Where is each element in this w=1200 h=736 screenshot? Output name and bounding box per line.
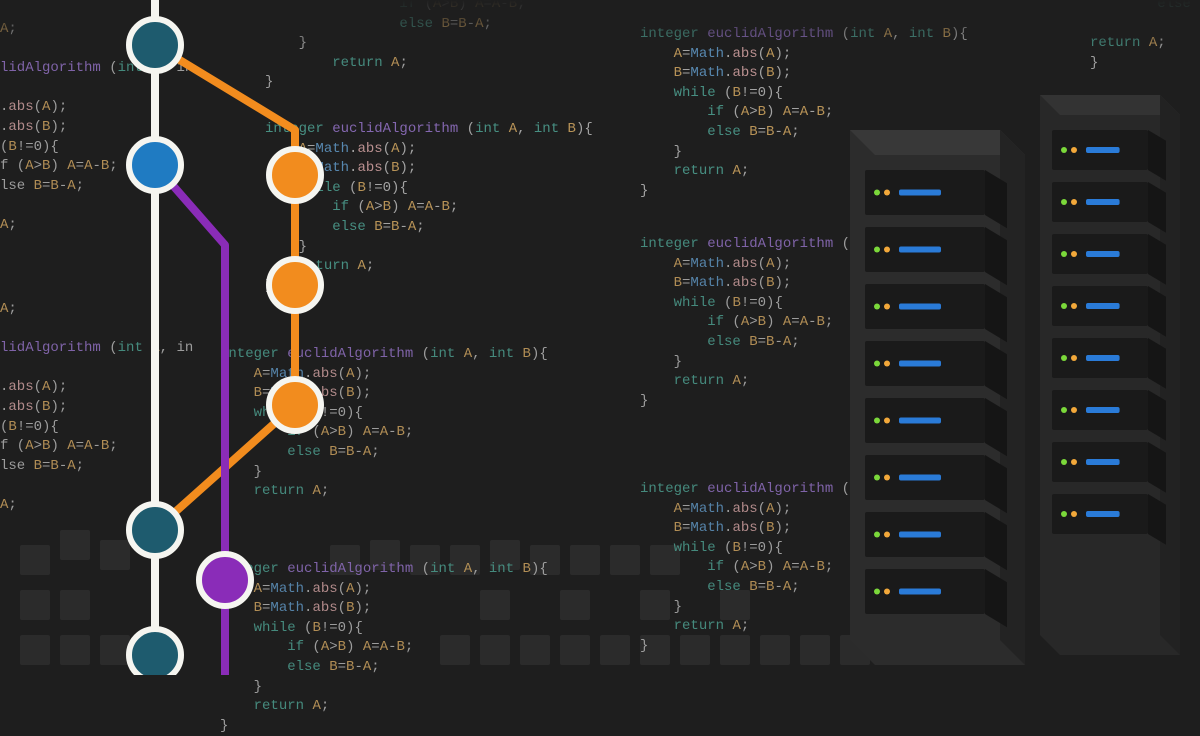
commit-node-main-2 <box>129 139 181 191</box>
commit-node-main-4 <box>129 629 181 675</box>
server-racks <box>810 65 1190 665</box>
commit-node-purple-1 <box>199 554 251 606</box>
git-branch-graph <box>95 0 375 675</box>
commit-node-orange-3 <box>269 379 321 431</box>
commit-node-main-1 <box>129 19 181 71</box>
commit-node-orange-2 <box>269 259 321 311</box>
commit-node-orange-1 <box>269 149 321 201</box>
commit-node-main-3 <box>129 504 181 556</box>
